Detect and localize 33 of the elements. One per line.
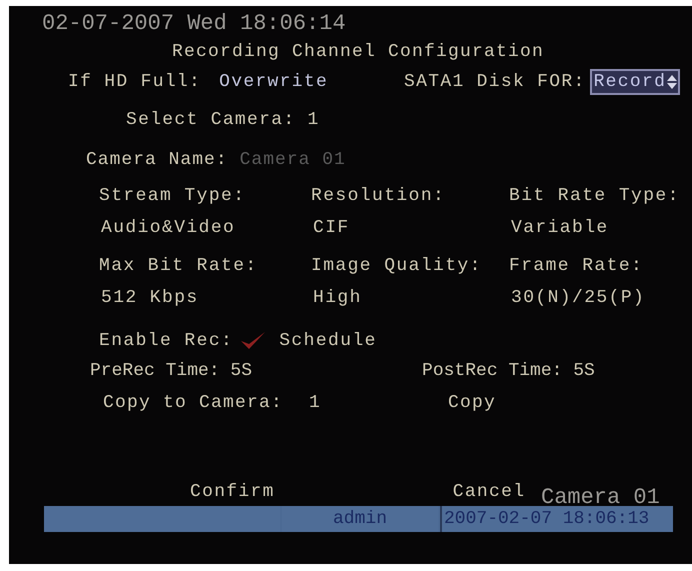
osd-camera-name: Camera 01 (541, 484, 660, 511)
field-value[interactable]: Audio&Video (99, 216, 311, 240)
field-value[interactable]: Overwrite (219, 70, 328, 94)
copy-button[interactable]: Copy (448, 391, 496, 415)
status-datetime: 2007-02-07 18:06:13 (444, 508, 650, 531)
cancel-button[interactable]: Cancel (452, 480, 526, 506)
field-label: Camera Name: (86, 149, 228, 172)
up-down-icon (666, 74, 678, 90)
confirm-button[interactable]: Confirm (190, 480, 275, 506)
schedule-button[interactable]: Schedule (279, 329, 377, 353)
field-label: If HD Full: (68, 71, 202, 94)
field-value[interactable]: 30(N)/25(P) (509, 286, 689, 310)
postrec-time-label: PostRec Time: 5S (422, 361, 595, 381)
field-label: Enable Rec: (99, 330, 234, 353)
dialog-title: Recording Channel Configuration (172, 41, 544, 64)
field-label: Stream Type: (99, 185, 246, 208)
osd-timestamp: 02-07-2007 Wed 18:06:14 (42, 10, 346, 38)
field-value[interactable]: 512 Kbps (99, 286, 311, 310)
status-user: admin (332, 508, 387, 531)
field-label: Resolution: (311, 185, 446, 208)
prerec-time-label: PreRec Time: 5S (90, 360, 252, 383)
field-value[interactable]: Variable (509, 216, 689, 240)
field-label: Bit Rate Type: (509, 185, 681, 208)
field-label: Frame Rate: (509, 255, 644, 278)
field-value[interactable]: High (311, 286, 509, 310)
field-value[interactable]: 1 (309, 391, 322, 415)
disk-mode-select[interactable]: Record (590, 69, 680, 95)
field-label: Image Quality: (311, 255, 483, 278)
field-label: Copy to Camera: (103, 392, 284, 415)
field-label: Max Bit Rate: (99, 255, 259, 278)
select-camera-label: Select Camera: 1 (126, 109, 320, 132)
field-label: SATA1 Disk FOR: (404, 72, 586, 92)
field-value[interactable]: CIF (311, 216, 509, 240)
